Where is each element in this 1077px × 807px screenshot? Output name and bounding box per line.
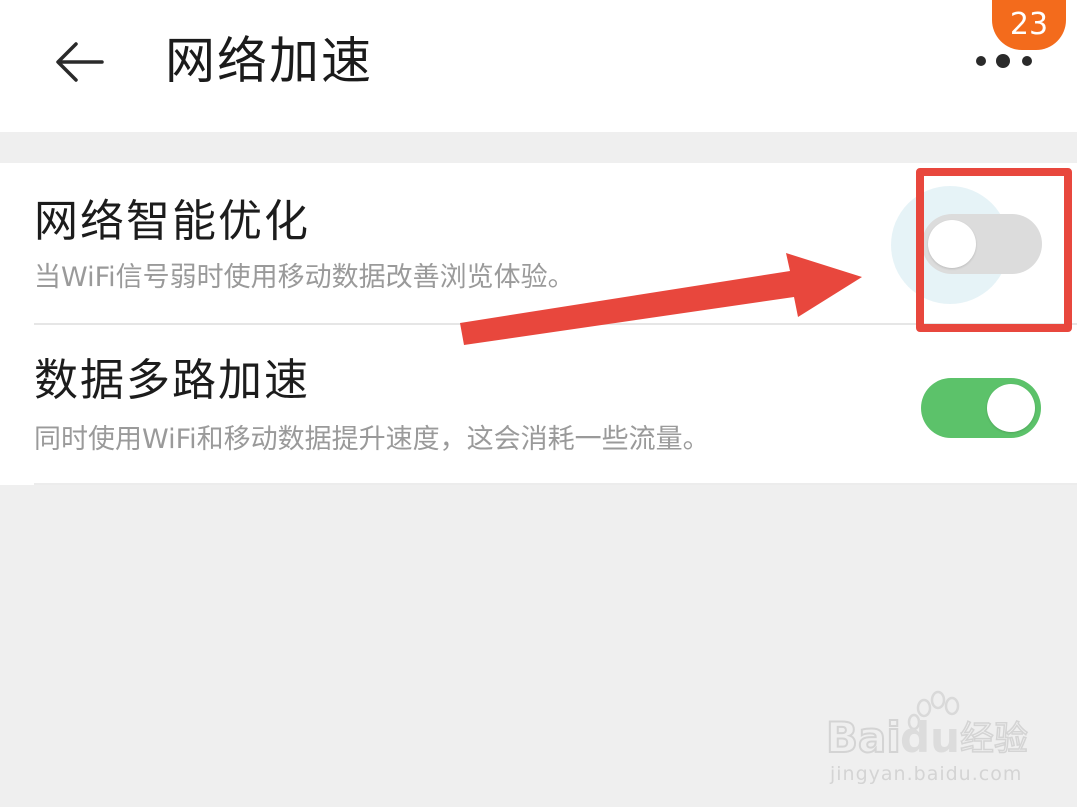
toggle-knob bbox=[987, 384, 1035, 432]
notification-badge: 23 bbox=[992, 0, 1066, 50]
watermark-brand-du: du bbox=[900, 713, 960, 762]
setting-description: 同时使用WiFi和移动数据提升速度，这会消耗一些流量。 bbox=[34, 424, 710, 455]
more-options-icon[interactable] bbox=[970, 48, 1040, 74]
setting-title: 数据多路加速 bbox=[34, 355, 310, 406]
annotation-arrow-icon bbox=[460, 253, 862, 345]
watermark-product: 经验 bbox=[960, 719, 1028, 759]
watermark-url: jingyan.baidu.com bbox=[829, 763, 1022, 785]
page-title: 网络加速 bbox=[165, 32, 373, 90]
baidu-jingyan-watermark: Bai du 经验 jingyan.baidu.com bbox=[825, 690, 1029, 785]
annotation-highlight-box bbox=[916, 168, 1072, 332]
back-arrow-icon[interactable] bbox=[52, 38, 108, 86]
multipath-acceleration-toggle[interactable] bbox=[921, 378, 1041, 438]
watermark-brand: Bai bbox=[826, 713, 901, 762]
card-bottom-divider bbox=[34, 483, 1077, 485]
app-header: 网络加速 23 bbox=[0, 0, 1077, 132]
setting-title: 网络智能优化 bbox=[34, 196, 310, 247]
